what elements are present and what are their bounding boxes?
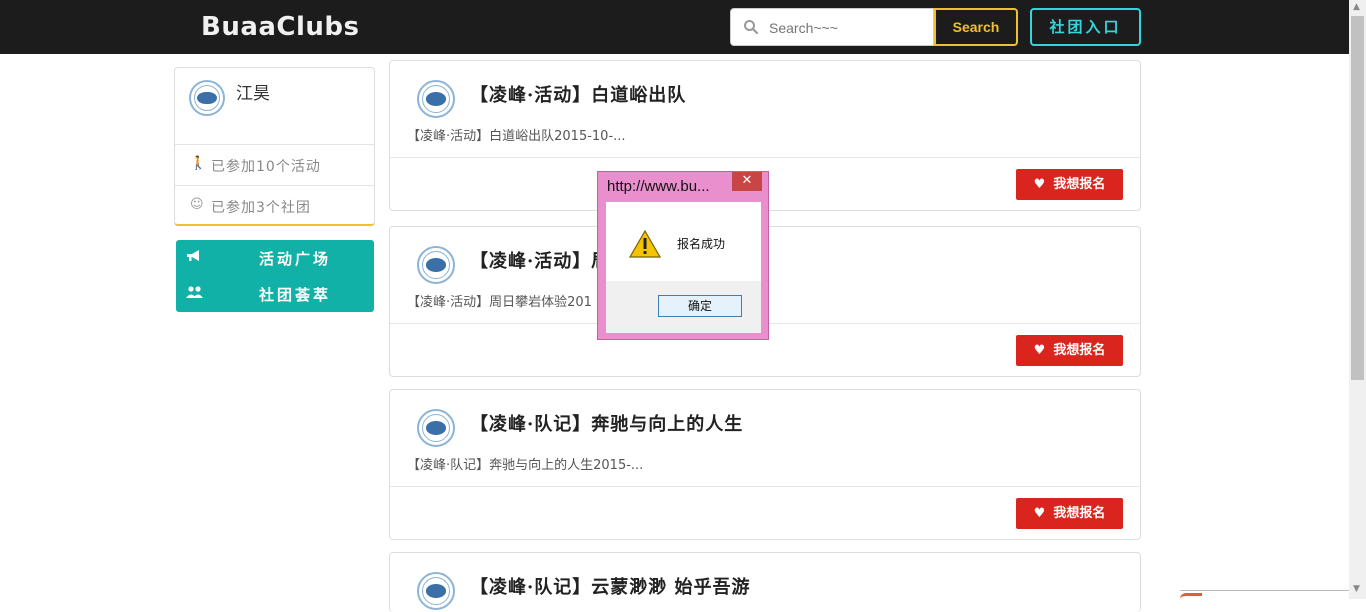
signup-button[interactable]: ♥ 我想报名 bbox=[1016, 335, 1123, 366]
users-icon bbox=[186, 285, 204, 303]
search-button[interactable]: Search bbox=[934, 8, 1018, 46]
bullhorn-icon bbox=[186, 249, 202, 267]
smile-icon: ☺ bbox=[190, 197, 205, 212]
vertical-scrollbar[interactable]: ▲ ▼ bbox=[1349, 0, 1366, 599]
activity-description: 【凌峰·队记】奔驰与向上的人生2015-... bbox=[407, 458, 644, 473]
activity-title[interactable]: 【凌峰·活动】局 bbox=[470, 247, 610, 273]
top-navbar: BuaaClubs Search 社团入口 bbox=[0, 0, 1349, 54]
heart-icon: ♥ bbox=[1033, 343, 1046, 358]
avatar bbox=[189, 80, 225, 116]
club-logo bbox=[417, 572, 455, 610]
club-logo bbox=[417, 409, 455, 447]
clubs-joined-row[interactable]: ☺ 已参加3个社团 bbox=[175, 185, 374, 226]
search-input[interactable] bbox=[767, 17, 931, 39]
dialog-message: 报名成功 bbox=[677, 237, 726, 251]
profile-card: 江昊 🚶 已参加10个活动 ☺ 已参加3个社团 bbox=[174, 67, 375, 226]
scroll-up-arrow-icon[interactable]: ▲ bbox=[1353, 2, 1360, 12]
side-menu: 活动广场 社团荟萃 bbox=[176, 240, 374, 312]
signup-button[interactable]: ♥ 我想报名 bbox=[1016, 169, 1123, 200]
search-box[interactable] bbox=[730, 8, 934, 46]
activity-title[interactable]: 【凌峰·活动】白道峪出队 bbox=[470, 81, 686, 107]
activity-title[interactable]: 【凌峰·队记】云蒙渺渺 始乎吾游 bbox=[470, 573, 751, 599]
clubs-joined-label: 已参加3个社团 bbox=[211, 200, 311, 216]
menu-item-label: 活动广场 bbox=[259, 250, 332, 268]
person-icon: 🚶 bbox=[190, 156, 208, 171]
ok-button[interactable]: 确定 bbox=[658, 295, 742, 317]
club-entry-button[interactable]: 社团入口 bbox=[1030, 8, 1141, 46]
close-icon[interactable]: ✕ bbox=[732, 172, 762, 191]
warning-icon bbox=[629, 230, 661, 258]
heart-icon: ♥ bbox=[1033, 506, 1046, 521]
dialog-body: 报名成功 确定 bbox=[606, 202, 761, 333]
search-icon bbox=[744, 20, 759, 35]
dialog-title: http://www.bu... bbox=[607, 178, 710, 195]
activities-joined-label: 已参加10个活动 bbox=[211, 159, 321, 175]
heart-icon: ♥ bbox=[1033, 177, 1046, 192]
menu-item-club-showcase[interactable]: 社团荟萃 bbox=[176, 276, 374, 312]
activities-joined-row[interactable]: 🚶 已参加10个活动 bbox=[175, 144, 374, 185]
signup-button[interactable]: ♥ 我想报名 bbox=[1016, 498, 1123, 529]
menu-item-activity-plaza[interactable]: 活动广场 bbox=[176, 240, 374, 276]
activity-card: 【凌峰·队记】奔驰与向上的人生 【凌峰·队记】奔驰与向上的人生2015-... … bbox=[389, 389, 1141, 540]
activity-card: 【凌峰·队记】云蒙渺渺 始乎吾游 bbox=[389, 552, 1141, 612]
activity-description: 【凌峰·活动】白道峪出队2015-10-... bbox=[407, 129, 626, 144]
activity-title[interactable]: 【凌峰·队记】奔驰与向上的人生 bbox=[470, 410, 743, 436]
club-logo bbox=[417, 80, 455, 118]
menu-item-label: 社团荟萃 bbox=[259, 286, 332, 304]
scroll-thumb[interactable] bbox=[1351, 16, 1364, 380]
scroll-down-arrow-icon[interactable]: ▼ bbox=[1353, 584, 1360, 594]
activity-description: 【凌峰·活动】周日攀岩体验201 bbox=[407, 295, 592, 310]
brand-logo[interactable]: BuaaClubs bbox=[201, 12, 360, 42]
alert-dialog: http://www.bu... ✕ 报名成功 确定 bbox=[597, 171, 769, 340]
club-logo bbox=[417, 246, 455, 284]
user-name: 江昊 bbox=[236, 84, 270, 104]
